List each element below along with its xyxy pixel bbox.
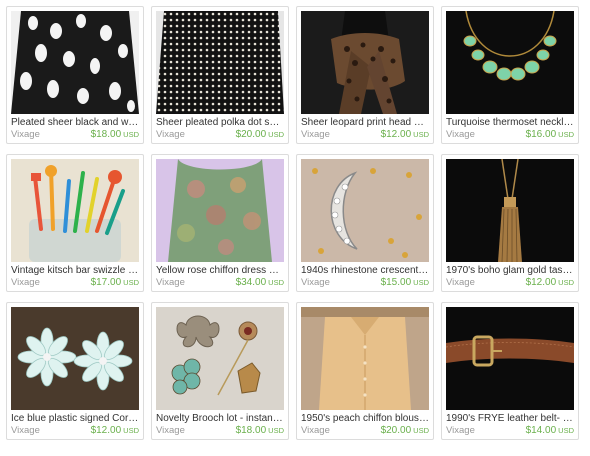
brooch-lot-image[interactable]: [156, 307, 284, 410]
price-value: $18.00: [90, 129, 122, 140]
currency-code: USD: [123, 426, 139, 435]
listing-price: $16.00 USD: [526, 129, 574, 141]
listing-price: $12.00 USD: [91, 425, 139, 437]
listing-card[interactable]: Pleated sheer black and whit… Vixage $18…: [6, 6, 144, 144]
listing-card[interactable]: 1970's boho glam gold tass… Vixage $12.0…: [441, 154, 579, 292]
listing-title[interactable]: Pleated sheer black and whit…: [11, 117, 139, 129]
swizzle-sticks-image[interactable]: [11, 159, 139, 262]
shop-name[interactable]: Vixage: [11, 129, 40, 141]
price-value: $20.00: [235, 129, 267, 140]
listing-price: $15.00 USD: [381, 277, 429, 289]
shop-name[interactable]: Vixage: [156, 425, 185, 437]
price-value: $12.00: [90, 425, 122, 436]
listing-price: $14.00 USD: [526, 425, 574, 437]
shop-name[interactable]: Vixage: [446, 425, 475, 437]
listing-title[interactable]: Sheer leopard print head an…: [301, 117, 429, 129]
listing-price: $18.00 USD: [236, 425, 284, 437]
listing-title[interactable]: Ice blue plastic signed Coro …: [11, 413, 139, 425]
shop-name[interactable]: Vixage: [11, 425, 40, 437]
listing-card[interactable]: Vintage kitsch bar swizzle sti… Vixage $…: [6, 154, 144, 292]
shop-name[interactable]: Vixage: [446, 277, 475, 289]
price-value: $16.00: [525, 129, 557, 140]
currency-code: USD: [413, 278, 429, 287]
price-value: $20.00: [380, 425, 412, 436]
currency-code: USD: [413, 130, 429, 139]
listing-card[interactable]: 1940s rhinestone crescent … Vixage $15.0…: [296, 154, 434, 292]
black-white-polka-skirt-image[interactable]: [11, 11, 139, 114]
price-value: $12.00: [380, 129, 412, 140]
listing-card[interactable]: Novelty Brooch lot - instant c… Vixage $…: [151, 302, 289, 440]
shop-name[interactable]: Vixage: [11, 277, 40, 289]
gold-tassel-necklace-image[interactable]: [446, 159, 574, 262]
listing-title[interactable]: Yellow rose chiffon dress 19…: [156, 265, 284, 277]
listing-price: $12.00 USD: [526, 277, 574, 289]
listing-card[interactable]: Turquoise thermoset necklace Vixage $16.…: [441, 6, 579, 144]
listing-title[interactable]: Turquoise thermoset necklace: [446, 117, 574, 129]
listing-card[interactable]: 1990's FRYE leather belt- hi… Vixage $14…: [441, 302, 579, 440]
leather-belt-image[interactable]: [446, 307, 574, 410]
price-value: $12.00: [525, 277, 557, 288]
rose-chiffon-dress-image[interactable]: [156, 159, 284, 262]
turquoise-necklace-image[interactable]: [446, 11, 574, 114]
price-value: $14.00: [525, 425, 557, 436]
currency-code: USD: [558, 426, 574, 435]
price-value: $34.00: [235, 277, 267, 288]
listing-price: $34.00 USD: [236, 277, 284, 289]
shop-name[interactable]: Vixage: [446, 129, 475, 141]
shop-name[interactable]: Vixage: [156, 277, 185, 289]
rhinestone-crescent-image[interactable]: [301, 159, 429, 262]
polka-dot-skirt-image[interactable]: [156, 11, 284, 114]
listing-price: $20.00 USD: [236, 129, 284, 141]
listing-card[interactable]: Sheer leopard print head an… Vixage $12.…: [296, 6, 434, 144]
listing-title[interactable]: Vintage kitsch bar swizzle sti…: [11, 265, 139, 277]
shop-name[interactable]: Vixage: [301, 277, 330, 289]
shop-name[interactable]: Vixage: [301, 129, 330, 141]
price-value: $15.00: [380, 277, 412, 288]
listing-price: $20.00 USD: [381, 425, 429, 437]
listing-title[interactable]: 1970's boho glam gold tass…: [446, 265, 574, 277]
currency-code: USD: [558, 130, 574, 139]
listing-card[interactable]: Sheer pleated polka dot skirt… Vixage $2…: [151, 6, 289, 144]
listing-title[interactable]: 1990's FRYE leather belt- hi…: [446, 413, 574, 425]
listing-grid: Pleated sheer black and whit… Vixage $18…: [6, 6, 579, 440]
listing-price: $12.00 USD: [381, 129, 429, 141]
listing-card[interactable]: Ice blue plastic signed Coro … Vixage $1…: [6, 302, 144, 440]
currency-code: USD: [123, 130, 139, 139]
price-value: $18.00: [235, 425, 267, 436]
price-value: $17.00: [90, 277, 122, 288]
listing-title[interactable]: 1940s rhinestone crescent …: [301, 265, 429, 277]
listing-title[interactable]: 1950's peach chiffon blouse …: [301, 413, 429, 425]
listing-title[interactable]: Sheer pleated polka dot skirt…: [156, 117, 284, 129]
leopard-scarf-image[interactable]: [301, 11, 429, 114]
listing-price: $17.00 USD: [91, 277, 139, 289]
listing-price: $18.00 USD: [91, 129, 139, 141]
currency-code: USD: [558, 278, 574, 287]
shop-name[interactable]: Vixage: [301, 425, 330, 437]
peach-blouse-image[interactable]: [301, 307, 429, 410]
currency-code: USD: [123, 278, 139, 287]
shop-name[interactable]: Vixage: [156, 129, 185, 141]
listing-title[interactable]: Novelty Brooch lot - instant c…: [156, 413, 284, 425]
currency-code: USD: [268, 426, 284, 435]
listing-card[interactable]: Yellow rose chiffon dress 19… Vixage $34…: [151, 154, 289, 292]
currency-code: USD: [413, 426, 429, 435]
flower-earrings-image[interactable]: [11, 307, 139, 410]
currency-code: USD: [268, 278, 284, 287]
currency-code: USD: [268, 130, 284, 139]
listing-card[interactable]: 1950's peach chiffon blouse … Vixage $20…: [296, 302, 434, 440]
